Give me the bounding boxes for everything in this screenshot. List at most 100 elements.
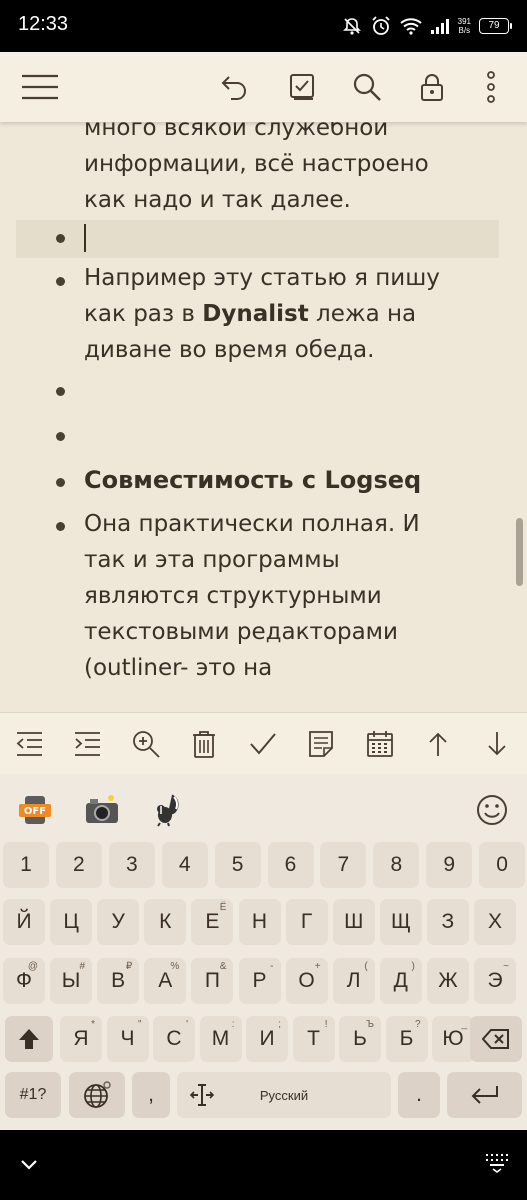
status-time: 12:33 [18, 13, 69, 35]
list-item-text[interactable]: много всякой служебной информации, всё н… [84, 122, 454, 218]
letter-key[interactable]: ЕЁ [191, 899, 234, 945]
number-key[interactable]: 6 [267, 842, 314, 888]
bold-text: Dynalist [202, 301, 309, 327]
delete-button[interactable] [187, 727, 221, 761]
zoom-in-button[interactable] [129, 727, 163, 761]
menu-icon [22, 74, 58, 100]
active-list-item[interactable] [16, 220, 499, 258]
app-bar [0, 52, 527, 122]
letter-key[interactable]: Г [285, 899, 328, 945]
letter-key[interactable]: Ч " [106, 1016, 149, 1062]
list-bullet[interactable] [56, 478, 65, 487]
letter-key[interactable]: Э ~ [474, 958, 516, 1004]
letter-key[interactable]: Т! [292, 1016, 335, 1062]
space-key[interactable]: Русский [177, 1072, 391, 1118]
more-options-button[interactable] [472, 68, 510, 106]
number-key[interactable]: 8 [373, 842, 420, 888]
key-hint: ~ [503, 961, 509, 972]
letter-key[interactable]: ЬЪ [339, 1016, 381, 1062]
text-cursor [84, 224, 86, 252]
letter-key[interactable]: Д) [379, 958, 422, 1004]
letter-key[interactable]: Х [474, 899, 516, 945]
list-bullet[interactable] [56, 277, 65, 286]
letter-key[interactable]: И; [246, 1016, 288, 1062]
letter-key[interactable]: П & [191, 958, 234, 1004]
list-bullet[interactable] [56, 387, 65, 396]
skunk-sticker[interactable] [150, 790, 184, 830]
camera-icon [86, 795, 118, 823]
move-up-button[interactable] [421, 727, 455, 761]
number-key[interactable]: 4 [161, 842, 208, 888]
menu-button[interactable] [20, 68, 60, 106]
document-content[interactable]: много всякой служебной информации, всё н… [0, 122, 527, 712]
letter-key[interactable]: У [97, 899, 140, 945]
off-sticker[interactable]: OFF [18, 790, 52, 830]
emoji-button[interactable] [472, 790, 512, 830]
check-icon [250, 733, 276, 755]
letter-key[interactable]: Л( [332, 958, 375, 1004]
move-down-button[interactable] [480, 727, 514, 761]
indent-button[interactable] [70, 727, 104, 761]
language-key[interactable] [69, 1072, 125, 1118]
letter-key[interactable]: Ф @ [3, 958, 45, 1004]
list-bullet[interactable] [56, 432, 65, 441]
letter-key[interactable]: Ш [332, 899, 375, 945]
date-button[interactable] [363, 727, 397, 761]
letter-key[interactable]: Ы # [50, 958, 93, 1004]
backspace-key[interactable] [470, 1016, 522, 1062]
letter-key[interactable]: Й [3, 899, 45, 945]
number-key[interactable]: 9 [426, 842, 473, 888]
letter-key[interactable]: Ю _ [432, 1016, 474, 1062]
symbols-key[interactable]: #1? [5, 1072, 61, 1118]
note-button[interactable] [304, 727, 338, 761]
letter-key[interactable]: Ж [426, 958, 469, 1004]
key-hint: ! [324, 1019, 328, 1030]
number-key[interactable]: 2 [55, 842, 102, 888]
letter-key[interactable]: Р- [238, 958, 281, 1004]
list-item-text[interactable]: Например эту статью я пишу как раз в Dyn… [84, 260, 454, 368]
key-hint: ( [364, 961, 368, 972]
comma-key[interactable]: , [132, 1072, 170, 1118]
shift-key[interactable] [5, 1016, 53, 1062]
letter-key[interactable]: С ' [153, 1016, 195, 1062]
lock-button[interactable] [413, 68, 451, 106]
letter-key[interactable]: В ₽ [97, 958, 140, 1004]
hide-keyboard-button[interactable] [20, 1156, 38, 1175]
emoji-icon [477, 795, 507, 825]
list-bullet[interactable] [56, 522, 65, 531]
list-bullet[interactable] [56, 234, 65, 243]
keyboard-icon [486, 1154, 508, 1173]
undo-button[interactable] [214, 68, 252, 106]
list-item-text[interactable]: Она практически полная. И так и эта прог… [84, 506, 454, 686]
number-key[interactable]: 1 [3, 842, 49, 888]
number-key[interactable]: 5 [214, 842, 261, 888]
status-bar: 12:33 391 B/s 79 [0, 0, 527, 52]
number-key[interactable]: 3 [108, 842, 155, 888]
do-not-disturb-icon [342, 18, 361, 35]
letter-key[interactable]: Б? [385, 1016, 428, 1062]
letter-key[interactable]: О + [285, 958, 328, 1004]
letter-key[interactable]: А% [144, 958, 187, 1004]
camera-sticker[interactable] [84, 790, 120, 830]
enter-key[interactable] [447, 1072, 522, 1118]
undo-icon [221, 76, 247, 100]
number-key[interactable]: 7 [320, 842, 367, 888]
keyboard-switch-button[interactable] [484, 1153, 510, 1177]
letter-key[interactable]: К [144, 899, 187, 945]
letter-key[interactable]: З [426, 899, 469, 945]
outdent-button[interactable] [12, 727, 46, 761]
letter-key[interactable]: Я * [60, 1016, 102, 1062]
letter-key[interactable]: Щ [379, 899, 422, 945]
checklist-button[interactable] [283, 68, 321, 106]
letter-key[interactable]: М: [199, 1016, 242, 1062]
letter-key[interactable]: Н [238, 899, 281, 945]
letter-key[interactable]: Ц [50, 899, 93, 945]
list-item-heading[interactable]: Совместимость с Logseq [84, 462, 454, 498]
scrollbar-thumb[interactable] [516, 518, 523, 586]
number-key[interactable]: 0 [479, 842, 526, 888]
delete-icon [193, 731, 215, 758]
period-key[interactable]: . [398, 1072, 440, 1118]
search-button[interactable] [348, 68, 386, 106]
complete-button[interactable] [246, 727, 280, 761]
chevron-down-icon [21, 1160, 37, 1170]
